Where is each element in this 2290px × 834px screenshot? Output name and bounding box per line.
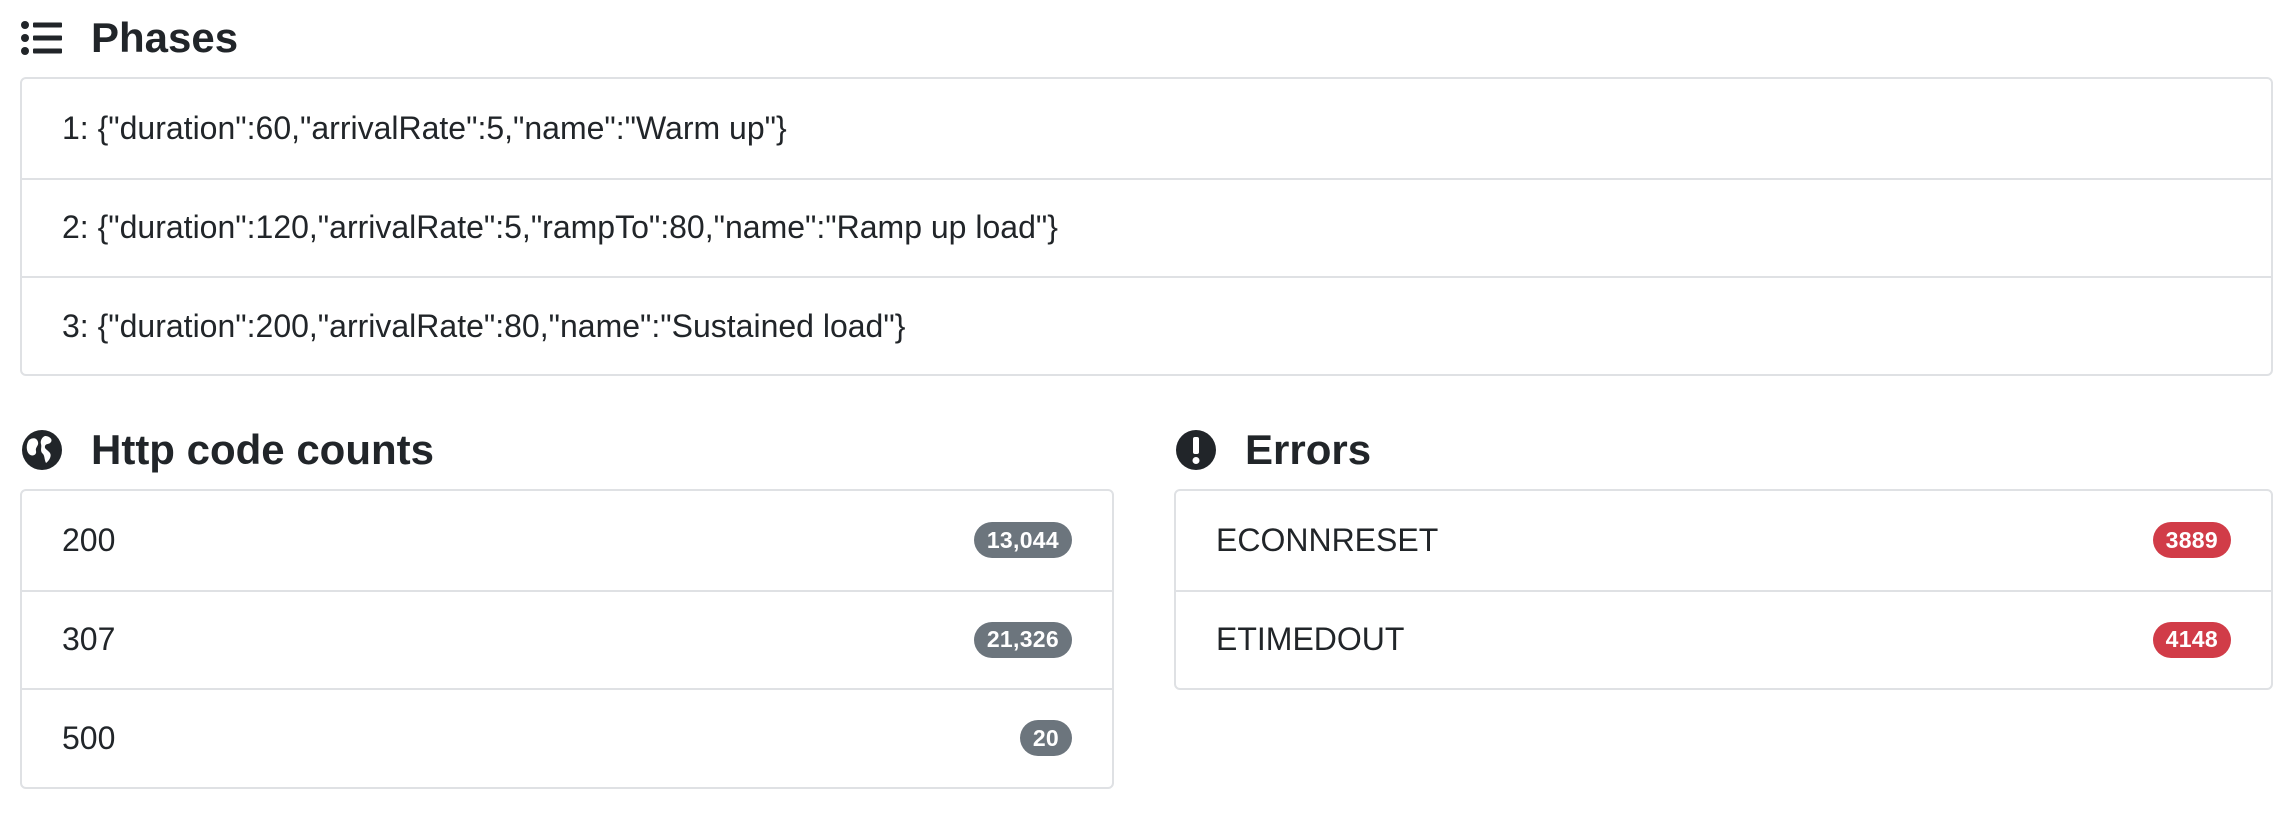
report-page: Phases 1: {"duration":60,"arrivalRate":5… [0,0,2290,834]
errors-header: Errors [1174,420,1371,480]
count-badge: 4148 [2152,621,2231,658]
count-badge: 13,044 [973,522,1072,559]
phase-text: 1: {"duration":60,"arrivalRate":5,"name"… [62,109,787,146]
http-codes-header: Http code counts [20,420,434,480]
list-item: 1: {"duration":60,"arrivalRate":5,"name"… [22,79,2271,178]
list-item: 2: {"duration":120,"arrivalRate":5,"ramp… [22,177,2271,277]
count-badge: 21,326 [973,621,1072,658]
http-codes-title: Http code counts [91,426,434,473]
error-label: ETIMEDOUT [1216,621,1405,658]
count-badge: 3889 [2152,522,2231,559]
list-item: 500 20 [22,688,1112,787]
list-item: ETIMEDOUT 4148 [1176,589,2271,689]
http-codes-list: 200 13,044 307 21,326 500 20 [20,489,1114,789]
http-code-label: 500 [62,719,116,756]
phases-title: Phases [91,14,239,61]
errors-list: ECONNRESET 3889 ETIMEDOUT 4148 [1174,489,2273,690]
globe-icon [20,428,64,472]
list-item: ECONNRESET 3889 [1176,491,2271,590]
phases-list: 1: {"duration":60,"arrivalRate":5,"name"… [20,77,2273,376]
http-code-label: 200 [62,521,116,558]
http-code-label: 307 [62,621,116,658]
phases-header: Phases [20,8,238,68]
phase-text: 2: {"duration":120,"arrivalRate":5,"ramp… [62,209,1058,246]
list-item: 200 13,044 [22,491,1112,590]
count-badge: 20 [1019,720,1072,757]
phase-text: 3: {"duration":200,"arrivalRate":80,"nam… [62,307,906,344]
error-label: ECONNRESET [1216,521,1439,558]
errors-title: Errors [1245,426,1372,473]
list-item: 307 21,326 [22,589,1112,689]
list-item: 3: {"duration":200,"arrivalRate":80,"nam… [22,276,2271,375]
exclamation-circle-icon [1174,428,1218,472]
list-icon [20,16,64,60]
